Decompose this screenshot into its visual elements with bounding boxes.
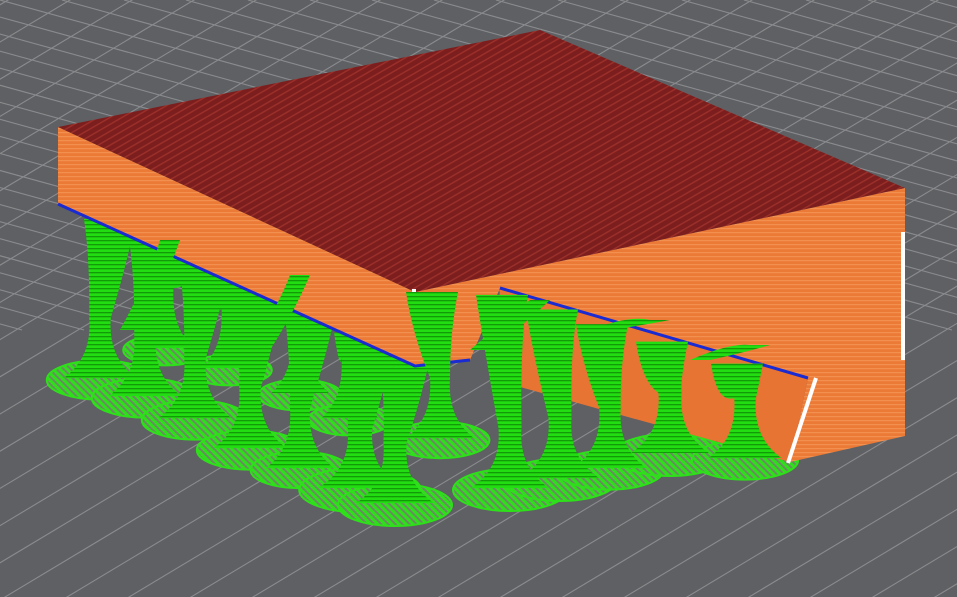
3d-viewport[interactable]	[0, 0, 957, 597]
scene[interactable]	[0, 0, 957, 597]
seam-marker-right	[901, 232, 905, 360]
